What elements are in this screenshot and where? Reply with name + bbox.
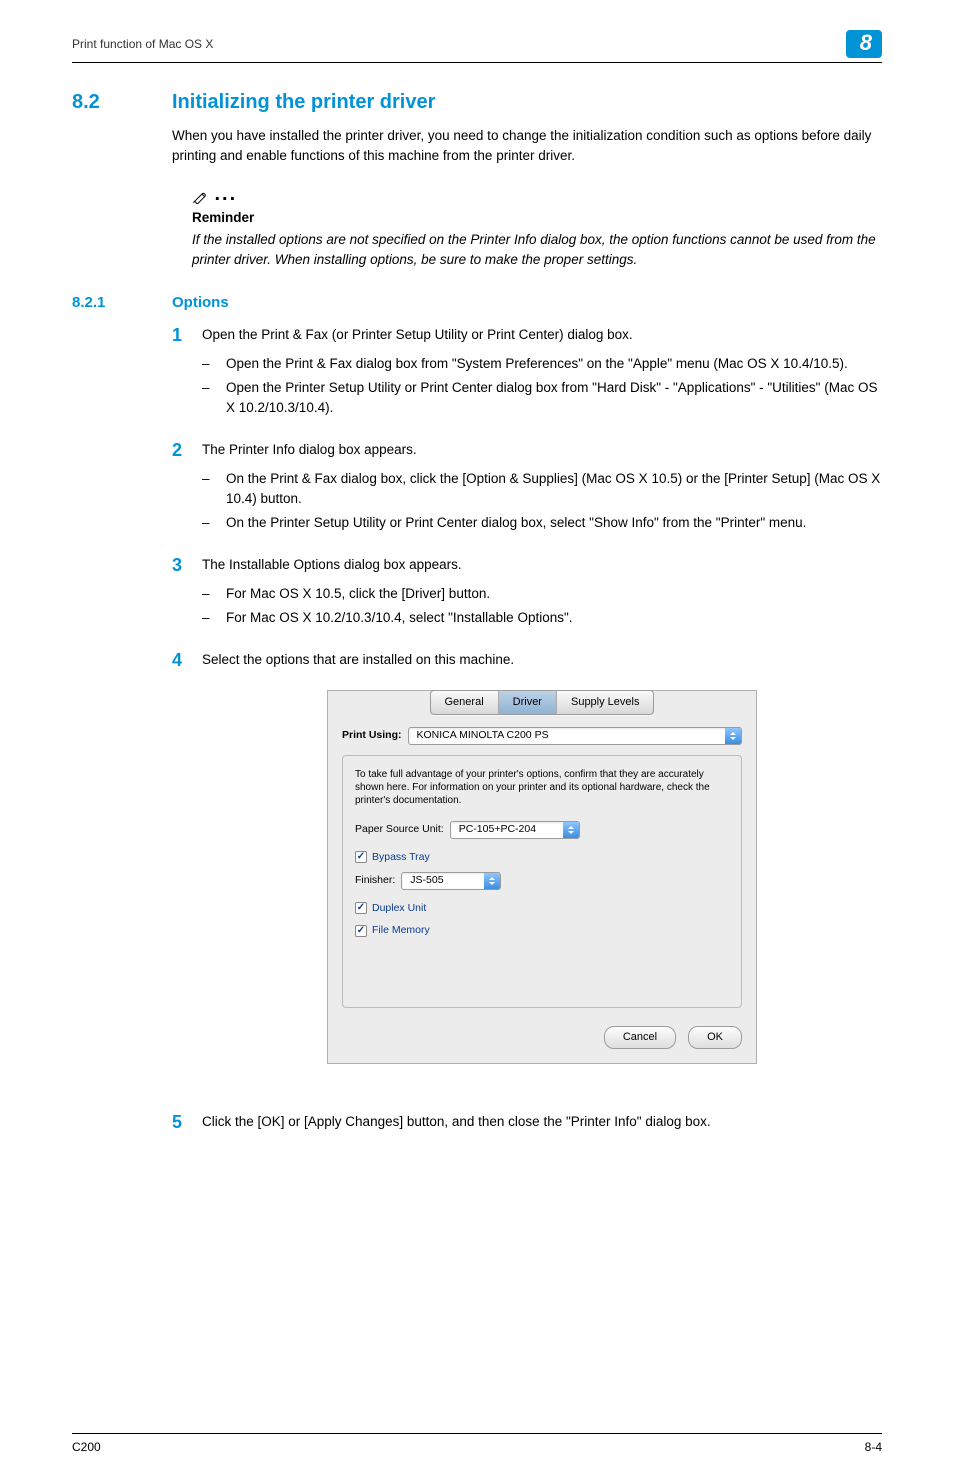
reminder-label: Reminder (192, 208, 882, 228)
page-header: Print function of Mac OS X 8 (72, 30, 882, 63)
reminder-text: If the installed options are not specifi… (192, 230, 882, 271)
tab-general[interactable]: General (431, 691, 499, 714)
paper-source-value: PC-105+PC-204 (451, 822, 563, 838)
step-number: 4 (172, 650, 202, 1094)
reminder-note: ... Reminder If the installed options ar… (192, 183, 882, 271)
step-number: 3 (172, 555, 202, 632)
step-sub: Open the Printer Setup Utility or Print … (226, 378, 882, 419)
cancel-button[interactable]: Cancel (604, 1026, 676, 1049)
section-title: Initializing the printer driver (172, 91, 435, 114)
step-text: Click the [OK] or [Apply Changes] button… (202, 1114, 711, 1129)
bypass-label: Bypass Tray (372, 849, 430, 866)
ok-button[interactable]: OK (688, 1026, 742, 1049)
finisher-value: JS-505 (402, 873, 484, 889)
dialog-description: To take full advantage of your printer's… (355, 768, 729, 807)
tab-supply[interactable]: Supply Levels (557, 691, 654, 714)
note-icon: ... (192, 183, 882, 206)
chevron-updown-icon (725, 728, 741, 744)
printer-info-dialog: General Driver Supply Levels Print Using… (327, 690, 757, 1063)
paper-source-label: Paper Source Unit: (355, 821, 444, 838)
dialog-tabs: General Driver Supply Levels (342, 690, 742, 715)
filememory-checkbox[interactable]: ✓ (355, 925, 367, 937)
paper-source-select[interactable]: PC-105+PC-204 (450, 821, 580, 839)
step-sub: On the Printer Setup Utility or Print Ce… (226, 513, 806, 533)
step-text: Select the options that are installed on… (202, 652, 514, 667)
section-intro: When you have installed the printer driv… (172, 126, 882, 167)
print-using-label: Print Using: (342, 728, 402, 744)
subsection-number: 8.2.1 (72, 294, 172, 311)
duplex-label: Duplex Unit (372, 900, 426, 917)
print-using-select[interactable]: KONICA MINOLTA C200 PS (408, 727, 743, 745)
step-number: 5 (172, 1112, 202, 1134)
step-sub: On the Print & Fax dialog box, click the… (226, 469, 882, 510)
footer-left: C200 (72, 1440, 101, 1454)
finisher-label: Finisher: (355, 872, 395, 889)
duplex-checkbox[interactable]: ✓ (355, 902, 367, 914)
step-sub: For Mac OS X 10.5, click the [Driver] bu… (226, 584, 490, 604)
step-sub: For Mac OS X 10.2/10.3/10.4, select "Ins… (226, 608, 573, 628)
section-number: 8.2 (72, 91, 172, 114)
chevron-updown-icon (484, 873, 500, 889)
finisher-select[interactable]: JS-505 (401, 872, 501, 890)
filememory-label: File Memory (372, 922, 430, 939)
chevron-updown-icon (563, 822, 579, 838)
step-sub: Open the Print & Fax dialog box from "Sy… (226, 354, 848, 374)
print-using-value: KONICA MINOLTA C200 PS (409, 728, 726, 744)
footer-right: 8-4 (865, 1440, 882, 1454)
step-text: Open the Print & Fax (or Printer Setup U… (202, 327, 633, 342)
step-number: 1 (172, 325, 202, 422)
subsection-title: Options (172, 294, 229, 311)
chapter-badge: 8 (846, 30, 882, 58)
step-text: The Installable Options dialog box appea… (202, 557, 462, 572)
step-number: 2 (172, 440, 202, 537)
bypass-checkbox[interactable]: ✓ (355, 851, 367, 863)
page-footer: C200 8-4 (72, 1433, 882, 1454)
tab-driver[interactable]: Driver (499, 691, 557, 714)
step-text: The Printer Info dialog box appears. (202, 442, 417, 457)
breadcrumb: Print function of Mac OS X (72, 37, 213, 51)
